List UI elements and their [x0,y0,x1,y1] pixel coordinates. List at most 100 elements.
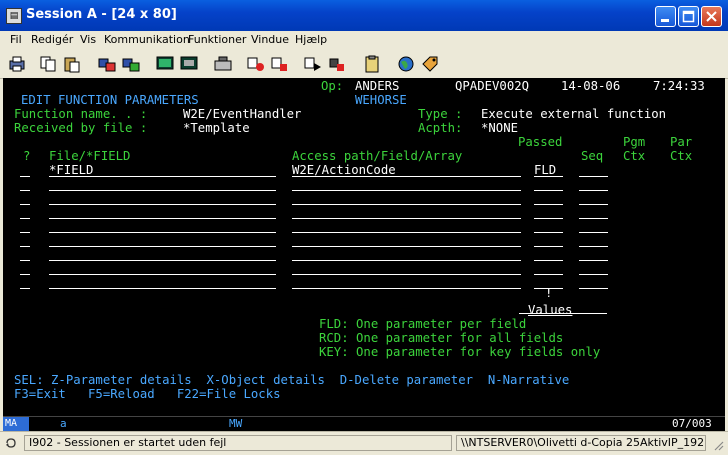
screen-subheading: WEHORSE [355,93,407,107]
send-button[interactable] [97,54,117,74]
row1-access-input[interactable] [292,176,521,177]
col-passed-header: Passed [518,135,563,149]
row9-select-input[interactable] [20,288,30,289]
row5-access-input[interactable] [292,232,521,233]
row3-passed-input[interactable] [534,204,563,205]
row3-seq-input[interactable] [579,204,608,205]
row7-select-input[interactable] [20,260,30,261]
row5-seq-input[interactable] [579,232,608,233]
row2-passed-input[interactable] [534,190,563,191]
close-button[interactable] [701,6,722,27]
macro-play-button[interactable] [303,54,323,74]
status-message: I902 - Sessionen er startet uden fejl [24,435,452,451]
row7-seq-input[interactable] [579,260,608,261]
row1-passed-value[interactable]: FLD [534,163,556,177]
menu-vindue[interactable]: Vindue [251,33,289,46]
row2-select-input[interactable] [20,190,30,191]
clipboard-icon [365,55,379,73]
tag-icon [422,56,438,72]
row7-passed-input[interactable] [534,260,563,261]
paste-button[interactable] [62,54,82,74]
title-bar[interactable]: ▤ Session A - [24 x 80] [0,0,728,32]
row1-passed-input[interactable] [534,176,563,177]
row2-access-input[interactable] [292,190,521,191]
row6-passed-input[interactable] [534,246,563,247]
copy-button[interactable] [38,54,58,74]
row9-access-input[interactable] [292,288,521,289]
printer-icon [9,56,25,72]
connection-info: \\NTSERVER0\Olivetti d-Copia 25AktivIP_1… [456,435,706,451]
col-select-header: ? [23,149,31,163]
close-icon [706,11,717,22]
row2-file-input[interactable] [49,190,276,191]
row4-select-input[interactable] [20,218,30,219]
row1-file-value[interactable]: *FIELD [49,163,93,177]
row8-select-input[interactable] [20,274,30,275]
notes-button[interactable] [362,54,382,74]
row6-access-input[interactable] [292,246,521,247]
row8-file-input[interactable] [49,274,276,275]
row1-select-input[interactable] [20,176,30,177]
print-screen-button[interactable] [7,54,27,74]
copy-icon [40,56,56,72]
row2-seq-input[interactable] [579,190,608,191]
screen-heading: EDIT FUNCTION PARAMETERS [21,93,199,107]
web-button[interactable] [396,54,416,74]
row5-file-input[interactable] [49,232,276,233]
session-app-icon[interactable]: ▤ [6,8,22,24]
record-icon [247,57,264,71]
row7-access-input[interactable] [292,260,521,261]
row9-file-input[interactable] [49,288,276,289]
screen-setup-icon [180,56,198,70]
display-button[interactable] [155,54,175,74]
menu-funktioner[interactable]: Funktioner [188,33,246,46]
row6-file-input[interactable] [49,246,276,247]
minimize-button[interactable] [655,6,676,27]
tag-button[interactable] [420,54,440,74]
function-name-label: Function name. . : [14,107,148,121]
menu-rediger[interactable]: Redigér [31,33,73,46]
row5-passed-input[interactable] [534,232,563,233]
row6-seq-input[interactable] [579,246,608,247]
row4-access-input[interactable] [292,218,521,219]
row7-file-input[interactable] [49,260,276,261]
row8-passed-input[interactable] [534,274,563,275]
col-pgm-ctx-header: Ctx [623,149,646,163]
type-label: Type : [418,107,463,121]
row9-seq-input[interactable] [579,288,608,289]
row3-access-input[interactable] [292,204,521,205]
menu-kommunikation[interactable]: Kommunikation [104,33,190,46]
display-setup-button[interactable] [179,54,199,74]
row8-access-input[interactable] [292,274,521,275]
macro-edit-icon [329,58,344,71]
row3-select-input[interactable] [20,204,30,205]
macro-edit-button[interactable] [327,54,347,74]
row3-file-input[interactable] [49,204,276,205]
macro-record-button[interactable] [246,54,266,74]
row4-passed-input[interactable] [534,218,563,219]
col-par-header: Par [670,135,693,149]
menu-bar: Fil Redigér Vis Kommunikation Funktioner… [0,31,728,49]
operator-label: Op: [321,79,344,93]
received-by-file-label: Received by file : [14,121,148,135]
row5-select-input[interactable] [20,232,30,233]
function-keys: F3=Exit F5=Reload F22=File Locks [14,387,281,401]
terminal-screen[interactable]: Op: ANDERS QPADEV002Q 14-08-06 7:24:33 E… [3,78,725,416]
row8-seq-input[interactable] [579,274,608,275]
row1-access-value[interactable]: W2E/ActionCode [292,163,396,177]
row1-file-input[interactable] [49,176,276,177]
receive-button[interactable] [121,54,141,74]
row4-file-input[interactable] [49,218,276,219]
paste-icon [64,57,80,73]
menu-vis[interactable]: Vis [80,33,96,46]
menu-hjaelp[interactable]: Hjælp [295,33,327,46]
col-seq-header: Seq [581,149,604,163]
row4-seq-input[interactable] [579,218,608,219]
menu-fil[interactable]: Fil [10,33,22,46]
row1-seq-input[interactable] [579,176,608,177]
macro-stop-button[interactable] [270,54,290,74]
maximize-button[interactable] [678,6,699,27]
row6-select-input[interactable] [20,246,30,247]
resize-grip-icon[interactable] [712,439,724,451]
keyboard-button[interactable] [213,54,233,74]
